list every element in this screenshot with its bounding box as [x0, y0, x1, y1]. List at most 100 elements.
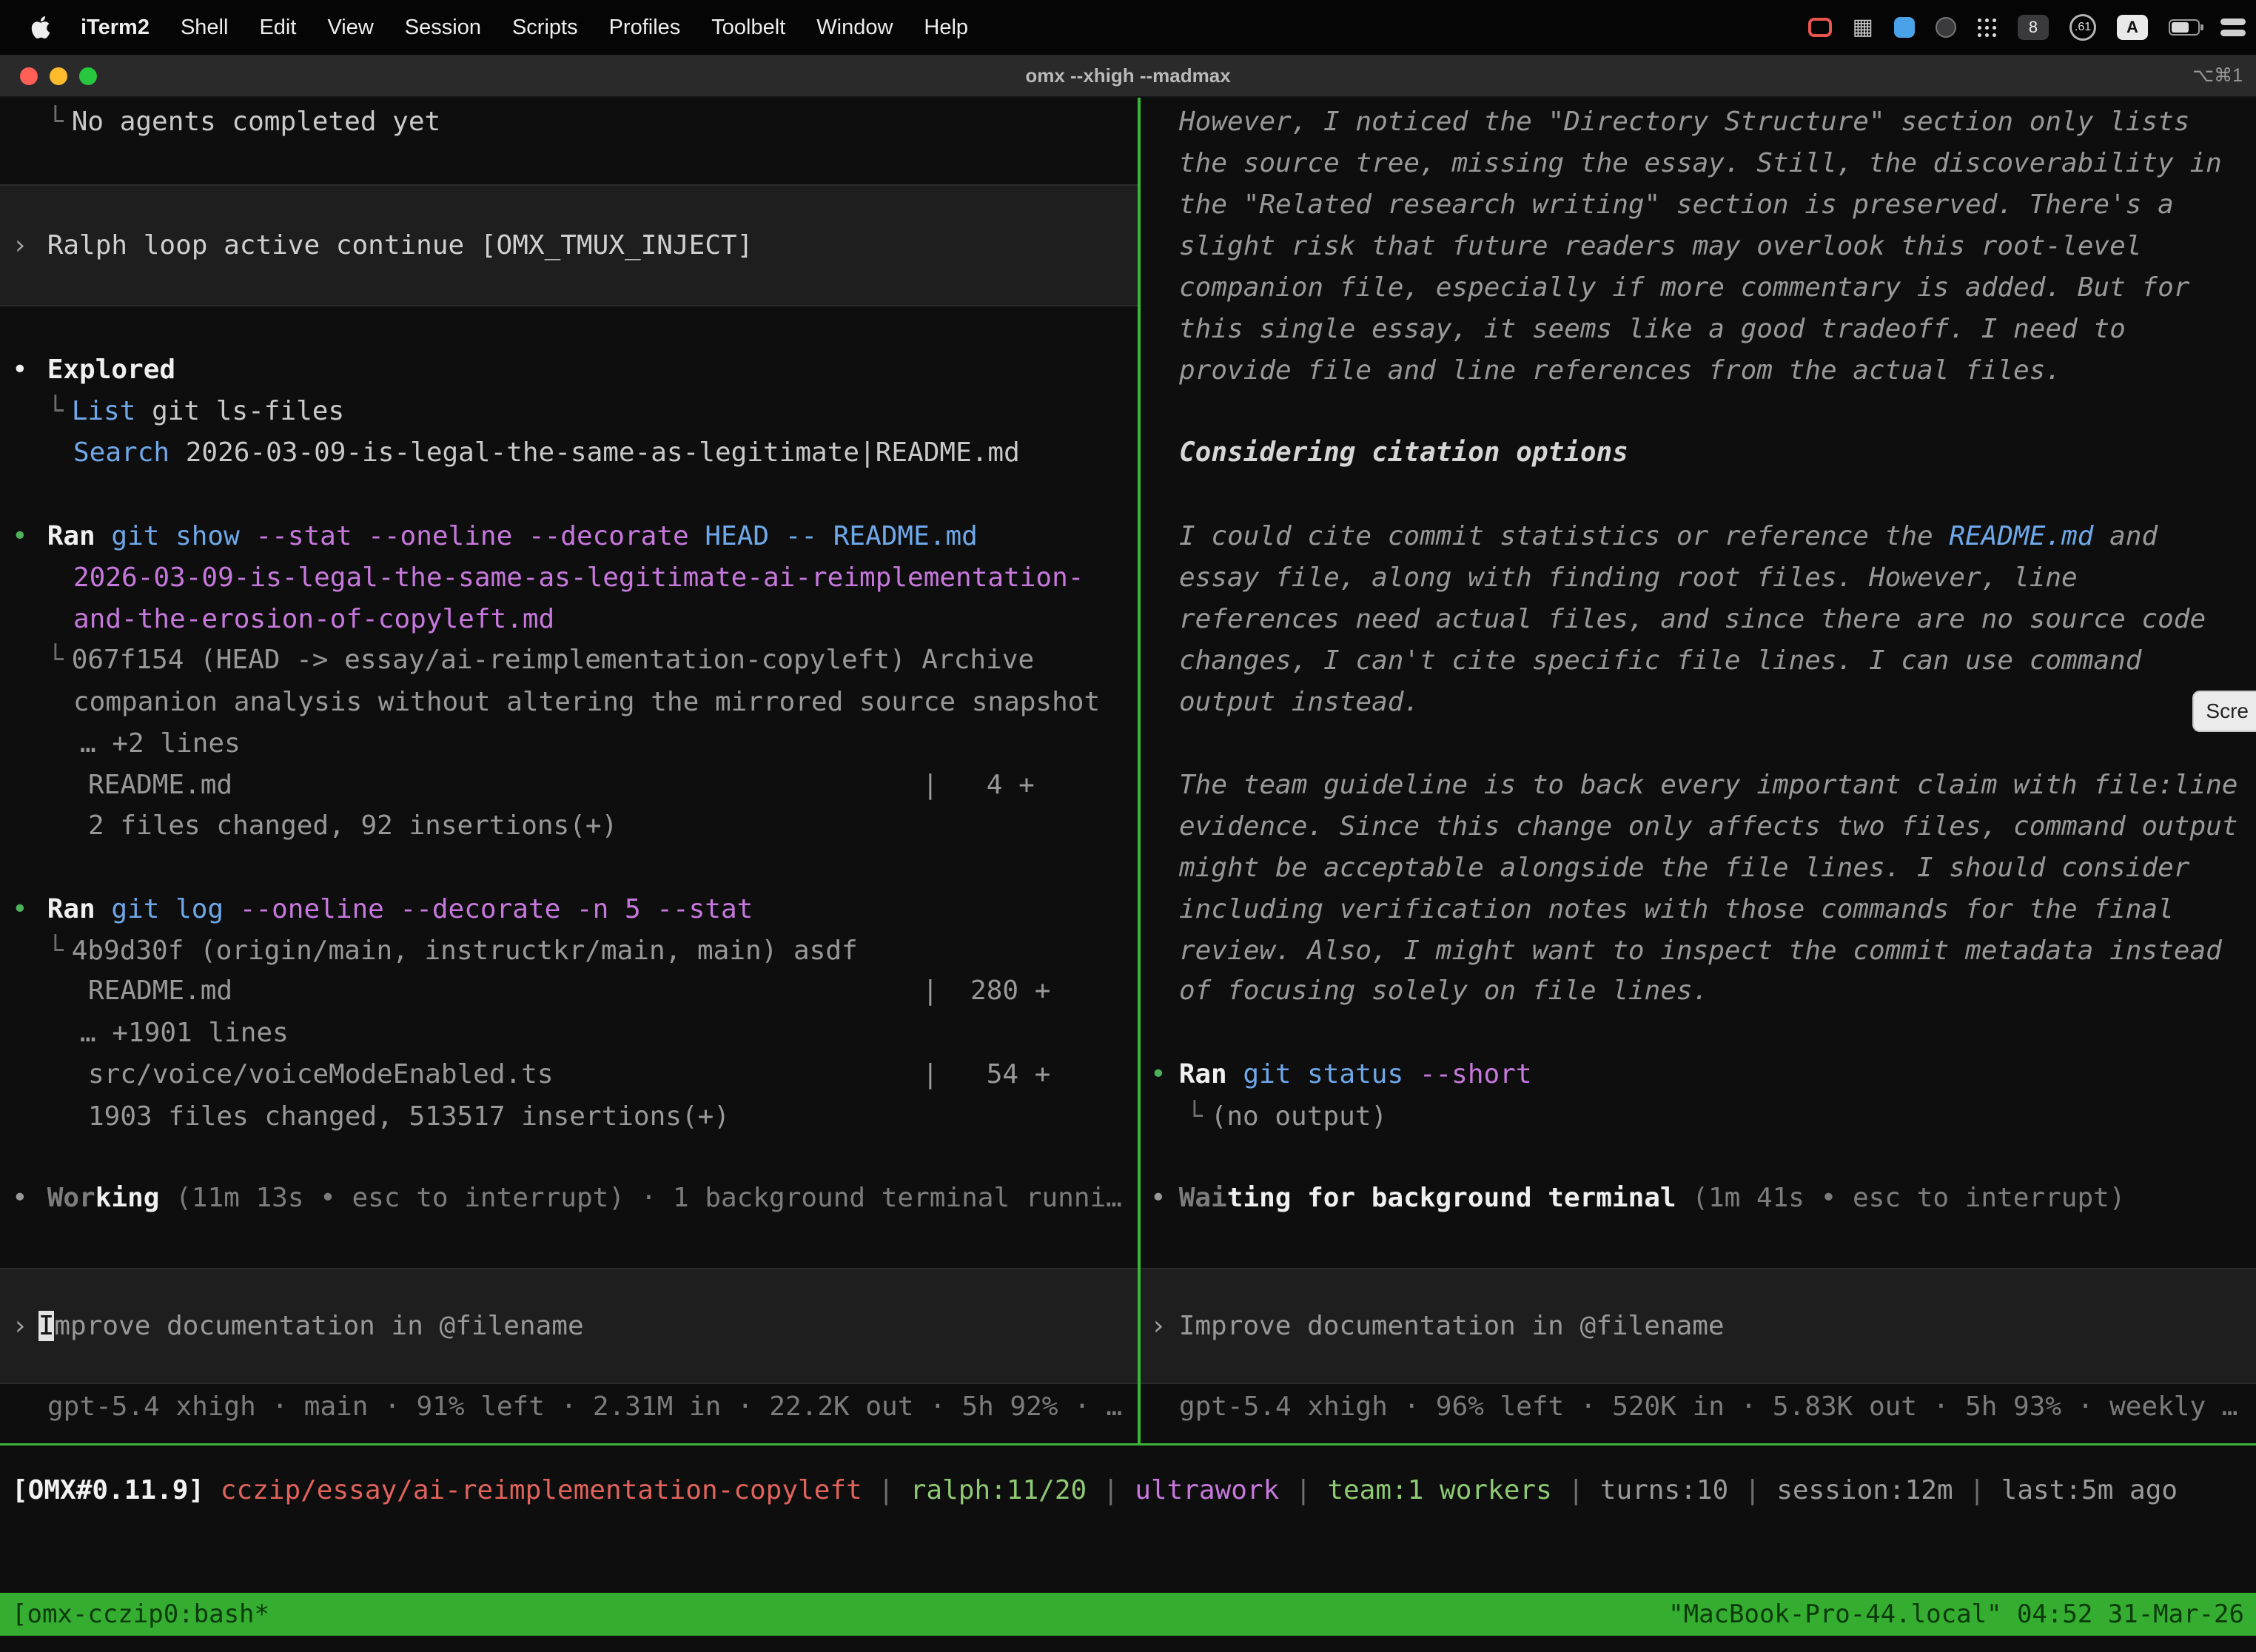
diffstat-text: README.md | 280 + [88, 976, 1050, 1006]
thinking-line: review. Also, I might want to inspect th… [1179, 930, 2222, 972]
menu-item-shell[interactable]: Shell [165, 16, 244, 40]
omx-version: [OMX#0.11.9] [12, 1475, 221, 1505]
bullet-icon: • [12, 894, 28, 924]
diffstat-line: README.md | 4 + [88, 765, 1035, 806]
menu-item-session[interactable]: Session [389, 16, 497, 40]
menu-item-help[interactable]: Help [908, 16, 984, 40]
omx-last-activity: last:5m ago [2001, 1475, 2178, 1505]
menu-item-toolbelt[interactable]: Toolbelt [696, 16, 801, 40]
gauge-61-status-icon[interactable]: .61 [2069, 14, 2096, 41]
command-flags: --short [1420, 1059, 1532, 1089]
tree-branch-icon: └ [47, 396, 64, 426]
tree-branch-icon: └ [47, 645, 64, 675]
tree-branch-icon: └ [47, 936, 64, 966]
menu-bar: iTerm2 Shell Edit View Session Scripts P… [0, 0, 2256, 55]
list-label: List [72, 396, 136, 426]
git-show-output-line: companion analysis without altering the … [73, 682, 1100, 723]
thinking-line: However, I noticed the "Directory Struct… [1179, 101, 2189, 143]
window-title-bar[interactable]: omx --xhigh --madmax ⌥⌘1 [0, 55, 2256, 98]
thinking-line: The team guideline is to back every impo… [1179, 765, 2237, 806]
prompt-chevron-icon: › [12, 230, 28, 261]
explored-header-line: • Explored [12, 349, 175, 391]
working-text: king [95, 1183, 160, 1213]
explored-list-line: └ List git ls-files [47, 391, 344, 432]
waiting-meta: (1m 41s • esc to interrupt) [1676, 1183, 2126, 1213]
screen-edge-popover[interactable]: Scre [2192, 691, 2256, 732]
thinking-line: including verification notes with those … [1179, 889, 2174, 930]
apple-menu-icon[interactable] [30, 15, 55, 40]
output-ellipsis-line: … +2 lines [80, 723, 241, 765]
command-flags: --stat --oneline --decorate [255, 521, 705, 551]
blue-app-status-icon[interactable] [1894, 17, 1915, 38]
model-status-line: gpt-5.4 xhigh · main · 91% left · 2.31M … [47, 1386, 1122, 1428]
command-text: git status [1243, 1059, 1419, 1089]
menu-item-iterm2[interactable]: iTerm2 [65, 16, 165, 40]
git-show-output-line: └ 067f154 (HEAD -> essay/ai-reimplementat… [47, 639, 1034, 681]
output-text: 067f154 (HEAD -> essay/ai-reimplementati… [72, 645, 1034, 675]
left-terminal-pane[interactable]: └No agents completed yet ›Ralph loop act… [0, 98, 1138, 1443]
composer-placeholder: Improve documentation in @filename [1179, 1311, 1725, 1341]
search-label: Search [73, 437, 169, 468]
separator: | [1087, 1475, 1135, 1505]
ralph-inject-banner[interactable]: ›Ralph loop active continue [OMX_TMUX_IN… [0, 184, 1138, 306]
diffstat-line: README.md | 280 + [88, 970, 1050, 1012]
command-arg-wrap-line: 2026-03-09-is-legal-the-same-as-legitima… [73, 557, 1084, 599]
menu-item-window[interactable]: Window [801, 16, 908, 40]
model-status-text: gpt-5.4 xhigh · 96% left · 520K in · 5.8… [1179, 1391, 2237, 1422]
list-command: git ls-files [135, 396, 344, 426]
thinking-line: of focusing solely on file lines. [1179, 970, 1708, 1012]
omx-turns-counter: turns:10 [1600, 1475, 1728, 1505]
bullet-icon: • [12, 355, 28, 385]
menu-item-scripts[interactable]: Scripts [497, 16, 594, 40]
thinking-heading: Considering citation options [1179, 432, 1628, 474]
pane-divider-horizontal [0, 1443, 2256, 1446]
thinking-text: companion file, especially if more comme… [1179, 272, 2189, 303]
right-terminal-pane[interactable]: However, I noticed the "Directory Struct… [1141, 98, 2256, 1443]
composer-input[interactable]: ›Improve documentation in @filename [0, 1268, 1138, 1384]
control-center-icon[interactable] [2220, 19, 2246, 36]
thinking-line: might be acceptable alongside the file l… [1179, 847, 2189, 889]
output-text: … +1901 lines [80, 1018, 289, 1048]
diffstat-text: README.md | 4 + [88, 770, 1035, 800]
thinking-text: and [2093, 521, 2158, 551]
thinking-line: evidence. Since this change only affects… [1179, 806, 2237, 847]
omx-status-line: [OMX#0.11.9] cczip/essay/ai-reimplementa… [12, 1470, 2178, 1511]
screen-record-indicator-icon[interactable] [1808, 18, 1832, 37]
input-source-a-icon[interactable]: A [2117, 15, 2148, 40]
omx-session-timer: session:12m [1776, 1475, 1953, 1505]
window-title: omx --xhigh --madmax [0, 55, 2256, 96]
battery-icon[interactable] [2169, 19, 2200, 36]
composer-input[interactable]: ›Improve documentation in @filename [1141, 1268, 2256, 1384]
thinking-text: the source tree, missing the essay. Stil… [1179, 148, 2222, 178]
omx-mode-badge: ultrawork [1135, 1475, 1279, 1505]
thinking-line: references need actual files, and since … [1179, 599, 2206, 640]
menubar-status-area: ▦ 8 .61 A [1808, 14, 2246, 41]
thinking-line: provide file and line references from th… [1179, 350, 2061, 392]
output-text: companion analysis without altering the … [73, 687, 1100, 717]
explored-search-line: Search 2026-03-09-is-legal-the-same-as-l… [73, 432, 1020, 474]
menu-item-profiles[interactable]: Profiles [594, 16, 696, 40]
menu-item-view[interactable]: View [312, 16, 389, 40]
explored-title: Explored [47, 355, 175, 385]
separator: | [1552, 1475, 1600, 1505]
ran-git-status-line: •Ran git status --short [1150, 1054, 1532, 1095]
dots-grid-status-icon[interactable] [1977, 18, 1997, 38]
git-status-output-line: └(no output) [1186, 1096, 1387, 1138]
bullet-icon: • [1150, 1183, 1166, 1213]
thinking-line: slight risk that future readers may over… [1179, 226, 2141, 267]
key-8-badge-icon[interactable]: 8 [2018, 15, 2049, 40]
omx-team-counter: team:1 workers [1327, 1475, 1551, 1505]
window-shortcut-badge: ⌥⌘1 [2192, 55, 2243, 96]
output-text: (no output) [1211, 1101, 1387, 1132]
command-arg-text: and-the-erosion-of-copyleft.md [73, 604, 554, 634]
working-status-line: •Working (11m 13s • esc to interrupt) · … [12, 1178, 1122, 1219]
omx-ralph-counter: ralph:11/20 [910, 1475, 1087, 1505]
waiting-text: ting for background terminal [1227, 1183, 1676, 1213]
menu-item-edit[interactable]: Edit [244, 16, 312, 40]
bullet-icon: • [12, 521, 28, 551]
round-app-status-icon[interactable] [1936, 17, 1956, 38]
grid-status-icon[interactable]: ▦ [1853, 16, 1873, 38]
ran-label: Ran [1179, 1059, 1243, 1089]
separator: | [1279, 1475, 1327, 1505]
thinking-text: essay file, along with finding root file… [1179, 563, 2078, 593]
